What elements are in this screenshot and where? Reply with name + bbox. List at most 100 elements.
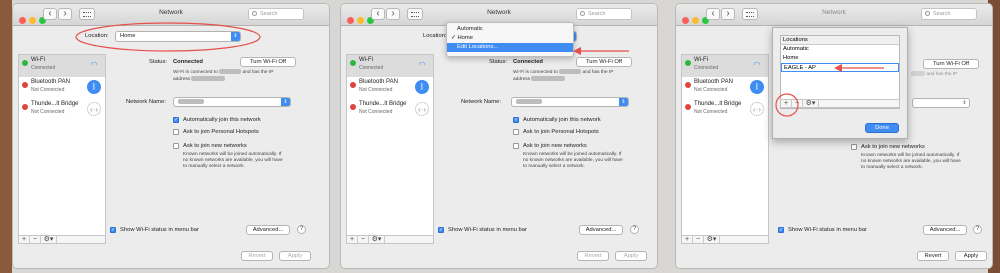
close-icon[interactable] <box>347 17 354 24</box>
chevron-updown-icon: ⇕ <box>619 98 628 106</box>
ask-new-networks-checkbox[interactable] <box>851 144 857 150</box>
bluetooth-icon: ᛒ <box>87 80 101 94</box>
gear-icon[interactable]: ⚙▾ <box>803 100 819 107</box>
wifi-icon: ◠ <box>418 60 426 69</box>
wifi-icon: ◠ <box>753 60 761 69</box>
apply-button[interactable]: Apply <box>955 251 987 261</box>
advanced-button[interactable]: Advanced... <box>246 225 290 235</box>
show-status-checkbox[interactable]: ✓ <box>778 227 784 233</box>
ask-hotspots-checkbox[interactable] <box>173 129 179 135</box>
minimize-icon[interactable] <box>357 17 364 24</box>
remove-service-button[interactable]: − <box>358 236 369 243</box>
ask-new-networks-label: Ask to join new networks <box>861 144 925 150</box>
network-window-step-2: ‹ › Network Search Location: ⇕ Wi-FiConn… <box>340 3 658 269</box>
turn-wifi-off-button[interactable]: Turn Wi-Fi Off <box>576 57 632 67</box>
service-item-thunderbolt-bridge[interactable]: Thunde...lt Bridge Not Connected ‹·› <box>682 99 768 121</box>
show-status-label: Show Wi-Fi status in menu bar <box>788 227 867 233</box>
chevron-updown-icon: ⇕ <box>960 99 969 107</box>
ask-hotspots-checkbox[interactable] <box>513 129 519 135</box>
note-line-1: Known networks will be joined automatica… <box>183 152 282 157</box>
remove-service-button[interactable]: − <box>693 236 704 243</box>
turn-wifi-off-button[interactable]: Turn Wi-Fi Off <box>240 57 296 67</box>
note-line-1: Known networks will be joined automatica… <box>523 152 622 157</box>
auto-join-checkbox[interactable]: ✓ <box>173 117 179 123</box>
status-value: Connected <box>513 59 543 65</box>
service-item-wifi[interactable]: Wi-Fi Connected ◠ <box>19 55 105 77</box>
auto-join-checkbox[interactable]: ✓ <box>513 117 519 123</box>
network-name-popup[interactable]: ⇕ <box>173 97 291 107</box>
service-item-bluetooth-pan[interactable]: Bluetooth PAN Not Connected ᛒ <box>347 77 433 99</box>
service-item-bluetooth-pan[interactable]: Bluetooth PAN Not Connected ᛒ <box>19 77 105 99</box>
status-desc-1: Wi-Fi is connected to <box>513 69 558 75</box>
service-item-thunderbolt-bridge[interactable]: Thunde...lt Bridge Not Connected ‹·› <box>347 99 433 121</box>
menu-item-automatic[interactable]: Automatic <box>447 25 573 34</box>
advanced-button[interactable]: Advanced... <box>579 225 623 235</box>
gear-icon[interactable]: ⚙▾ <box>369 236 385 243</box>
titlebar: ‹ › Network Search <box>676 4 992 26</box>
minimize-icon[interactable] <box>29 17 36 24</box>
advanced-button[interactable]: Advanced... <box>923 225 967 235</box>
search-input[interactable]: Search <box>248 8 304 20</box>
apply-button[interactable]: Apply <box>279 251 311 261</box>
locations-sheet: Locations Automatic Home EAGLE - AP + − ⚙▾… <box>772 27 908 139</box>
service-list: Wi-Fi Connected ◠ Bluetooth PAN Not Connect… <box>346 54 434 241</box>
revert-button[interactable]: Revert <box>241 251 273 261</box>
gear-icon[interactable]: ⚙▾ <box>41 236 57 243</box>
service-item-wifi[interactable]: Wi-Fi Connected ◠ <box>682 55 768 77</box>
ask-new-networks-checkbox[interactable] <box>513 143 519 149</box>
add-service-button[interactable]: + <box>682 236 693 243</box>
network-name-label: Network Name: <box>461 99 501 105</box>
thunderbolt-bridge-icon: ‹·› <box>87 102 101 116</box>
location-item-automatic[interactable]: Automatic <box>781 45 899 54</box>
status-desc-1: Wi-Fi is connected to <box>173 69 218 75</box>
network-name-popup[interactable]: ⇕ <box>511 97 629 107</box>
show-status-checkbox[interactable]: ✓ <box>438 227 444 233</box>
service-name: Wi-Fi <box>31 57 45 63</box>
show-status-checkbox[interactable]: ✓ <box>110 227 116 233</box>
search-input[interactable]: Search <box>921 8 977 20</box>
note-line-3: to manually select a network. <box>861 165 923 170</box>
service-name: Bluetooth PAN <box>359 79 398 85</box>
turn-wifi-off-button[interactable]: Turn Wi-Fi Off <box>923 59 979 69</box>
network-name-label: Network Name: <box>126 99 166 105</box>
network-window-step-3: ‹ › Network Search Wi-Fi Connected ◠ Bluet… <box>675 3 993 269</box>
help-button[interactable]: ? <box>297 225 306 234</box>
service-item-thunderbolt-bridge[interactable]: Thunde...lt Bridge Not Connected ‹·› <box>19 99 105 121</box>
service-list: Wi-Fi Connected ◠ Bluetooth PAN Not Connect… <box>681 54 769 241</box>
status-dot <box>22 104 28 110</box>
show-status-label: Show Wi-Fi status in menu bar <box>448 227 527 233</box>
service-name: Thunde...lt Bridge <box>359 101 407 107</box>
wifi-icon: ◠ <box>90 60 98 69</box>
menu-item-edit-locations[interactable]: Edit Locations... <box>447 43 573 52</box>
status-dot <box>22 82 28 88</box>
menu-item-home[interactable]: ✓ Home <box>447 34 573 43</box>
remove-service-button[interactable]: − <box>30 236 41 243</box>
service-name: Thunde...lt Bridge <box>31 101 79 107</box>
location-item-home[interactable]: Home <box>781 54 899 63</box>
redacted-text <box>911 71 925 76</box>
location-label: Location: <box>423 33 447 39</box>
redacted-ip <box>531 75 566 81</box>
network-name-popup[interactable]: ⇕ <box>912 98 970 108</box>
service-item-bluetooth-pan[interactable]: Bluetooth PAN Not Connected ᛒ <box>682 77 768 99</box>
service-item-wifi[interactable]: Wi-Fi Connected ◠ <box>347 55 433 77</box>
apply-button[interactable]: Apply <box>615 251 647 261</box>
known-networks-note: Known networks will be joined automatica… <box>183 152 313 170</box>
annotation-circle <box>775 93 799 117</box>
add-service-button[interactable]: + <box>19 236 30 243</box>
help-button[interactable]: ? <box>973 225 982 234</box>
ask-new-networks-checkbox[interactable] <box>173 143 179 149</box>
close-icon[interactable] <box>19 17 26 24</box>
revert-button[interactable]: Revert <box>577 251 609 261</box>
gear-icon[interactable]: ⚙▾ <box>704 236 720 243</box>
help-button[interactable]: ? <box>630 225 639 234</box>
minimize-icon[interactable] <box>692 17 699 24</box>
add-service-button[interactable]: + <box>347 236 358 243</box>
service-name: Bluetooth PAN <box>694 79 733 85</box>
close-icon[interactable] <box>682 17 689 24</box>
status-value: Connected <box>173 59 203 65</box>
revert-button[interactable]: Revert <box>917 251 949 261</box>
done-button[interactable]: Done <box>865 123 899 133</box>
service-list: Wi-Fi Connected ◠ Bluetooth PAN Not Connect… <box>18 54 106 241</box>
search-input[interactable]: Search <box>576 8 632 20</box>
